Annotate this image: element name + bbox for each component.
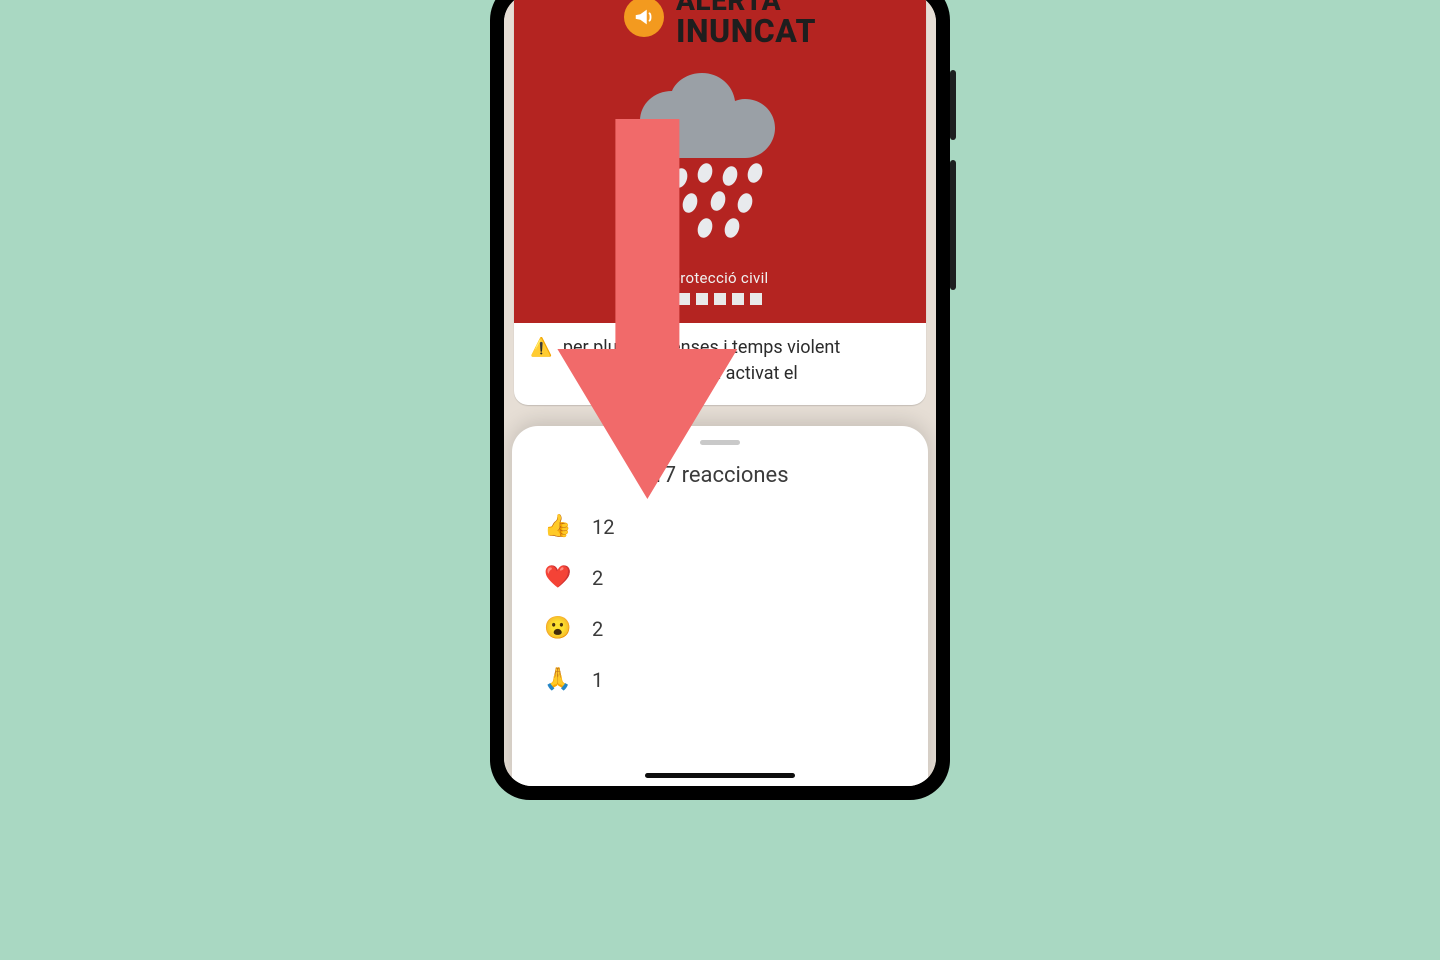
reactions-list: 👍 12 ❤️ 2 😮 2 🙏 1 xyxy=(538,514,902,692)
message-bold: Catalunya. xyxy=(597,363,683,384)
heart-icon: ❤️ xyxy=(544,565,570,590)
alert-title: ALERTA INUNCAT xyxy=(676,0,816,49)
phone-frame: ALERTA INUNCAT xyxy=(490,0,950,800)
proteccio-civil-label: protecció civil xyxy=(672,269,769,287)
phone-screen: ALERTA INUNCAT xyxy=(504,0,936,786)
thumbs-up-icon: 👍 xyxy=(544,514,570,539)
wow-icon: 😮 xyxy=(544,616,570,641)
reaction-count: 12 xyxy=(592,515,614,539)
rain-cloud-icon xyxy=(620,73,820,243)
reaction-row[interactable]: 😮 2 xyxy=(544,616,902,641)
phone-side-button xyxy=(950,160,956,290)
reactions-title: 17 reacciones xyxy=(538,463,902,488)
reaction-row[interactable]: 👍 12 xyxy=(544,514,902,539)
warning-icon: ⚠️ xyxy=(530,337,552,358)
megaphone-icon xyxy=(624,0,664,37)
alert-header: ALERTA INUNCAT xyxy=(624,0,816,49)
phone-side-button xyxy=(950,70,956,140)
reaction-row[interactable]: ❤️ 2 xyxy=(544,565,902,590)
reaction-row[interactable]: 🙏 1 xyxy=(544,667,902,692)
pray-icon: 🙏 xyxy=(544,667,570,692)
message-fragment: per pluges intenses i temps violent xyxy=(558,337,840,358)
sheet-grabber[interactable] xyxy=(700,440,740,445)
alert-card: ALERTA INUNCAT xyxy=(514,0,926,323)
home-indicator[interactable] xyxy=(645,773,795,778)
message-fragment: S'ha activat el xyxy=(683,363,798,384)
reaction-count: 2 xyxy=(592,617,603,641)
message-bubble[interactable]: ALERTA INUNCAT xyxy=(514,0,926,405)
reaction-count: 2 xyxy=(592,566,603,590)
reaction-count: 1 xyxy=(592,668,603,692)
chat-area: ALERTA INUNCAT xyxy=(504,0,936,786)
message-text: ⚠️ per pluges intenses i temps violent n… xyxy=(514,323,926,405)
alert-title-line2: INUNCAT xyxy=(676,15,816,49)
reactions-sheet[interactable]: 17 reacciones 👍 12 ❤️ 2 😮 2 xyxy=(512,426,928,786)
proteccio-civil-squares xyxy=(678,293,762,305)
